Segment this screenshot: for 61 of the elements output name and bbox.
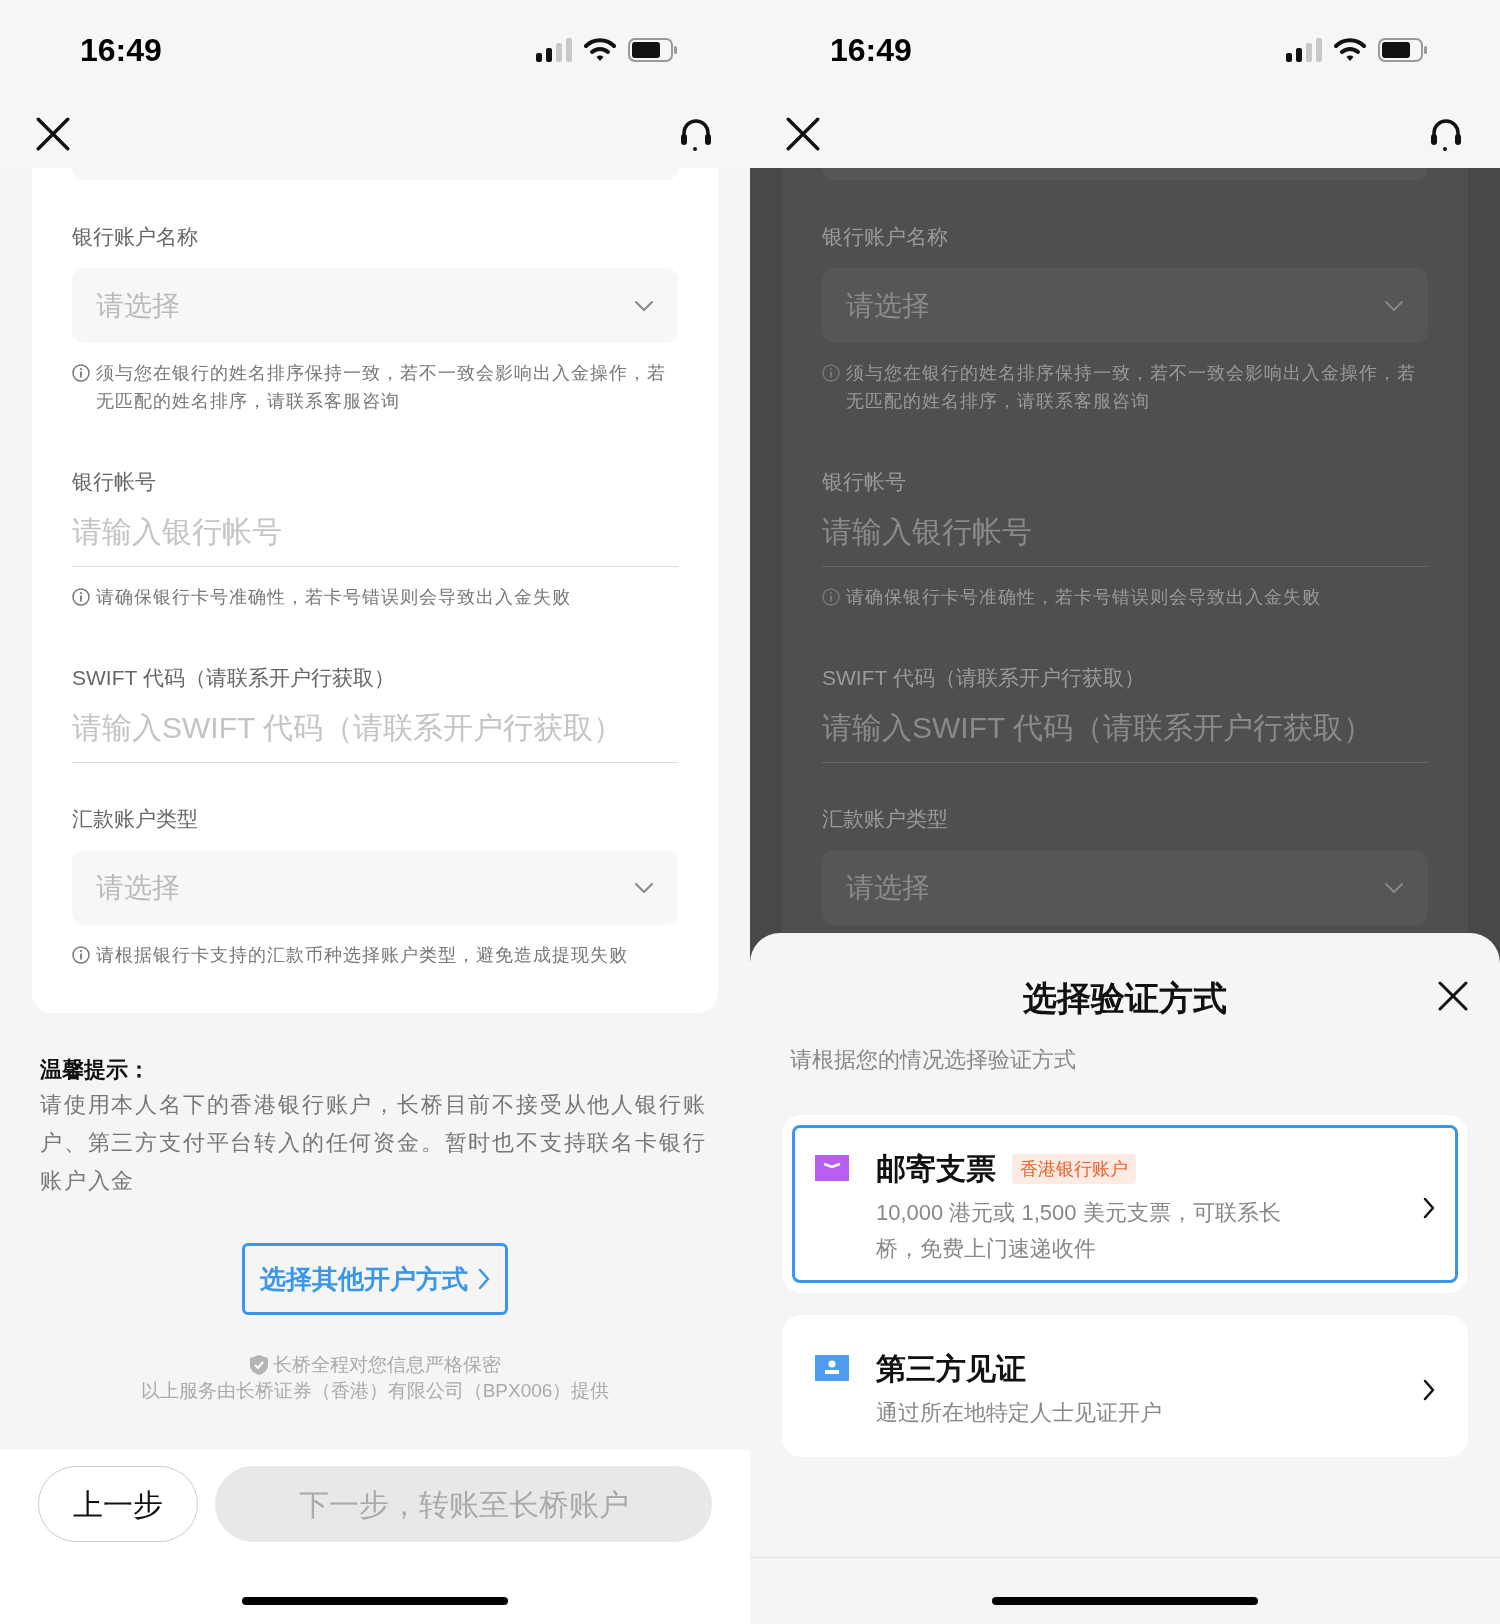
info-icon (72, 588, 90, 606)
option-description: 通过所在地特定人士见证开户 (876, 1399, 1163, 1427)
signal-icon (1286, 38, 1322, 62)
status-time: 16:49 (830, 31, 912, 70)
select-field[interactable]: 请选择 (72, 850, 678, 925)
hint-text: 请根据银行卡支持的汇款币种选择账户类型，避免造成提现失败 (96, 944, 629, 967)
tips-title: 温馨提示： (40, 1056, 151, 1084)
info-icon (72, 946, 90, 964)
battery-icon (1378, 38, 1428, 62)
field-label: 汇款账户类型 (72, 806, 199, 832)
wifi-icon (584, 38, 616, 62)
chevron-right-icon (1423, 1197, 1435, 1219)
close-icon[interactable] (36, 117, 70, 151)
chevron-down-icon (634, 881, 654, 894)
hint-text: 须与您在银行的姓名排序保持一致，若不一致会影响出入金操作，若无匹配的姓名排序，请联系客服咨询 (846, 362, 1417, 413)
option-description: 10,000 港元或 1,500 美元支票，可联系长桥，免费上门速递收件 (876, 1199, 1282, 1263)
input-field[interactable]: 请输入SWIFT 代码（请联系开户行获取） (822, 693, 1428, 763)
chevron-down-icon (634, 299, 654, 312)
option-title: 邮寄支票 (876, 1151, 996, 1187)
select-placeholder: 请选择 (96, 870, 180, 905)
field-label: 银行帐号 (72, 469, 157, 495)
battery-icon (628, 38, 678, 62)
privacy-note: 长桥全程对您信息严格保密 (273, 1353, 501, 1377)
sheet-subtitle: 请根据您的情况选择验证方式 (789, 1046, 1077, 1074)
provider-note: 以上服务由长桥证券（香港）有限公司（BPX006）提供 (139, 1379, 611, 1403)
field-label: 汇款账户类型 (822, 806, 949, 832)
headset-icon[interactable] (678, 116, 714, 152)
field-label: 银行帐号 (822, 469, 907, 495)
field-label: 银行账户名称 (72, 224, 199, 250)
hint-text: 须与您在银行的姓名排序保持一致，若不一致会影响出入金操作，若无匹配的姓名排序，请联系客服咨询 (96, 362, 667, 413)
field-label: SWIFT 代码（请联系开户行获取） (822, 665, 1146, 691)
info-icon (822, 364, 840, 382)
close-icon[interactable] (1438, 981, 1468, 1011)
field-label: SWIFT 代码（请联系开户行获取） (72, 665, 396, 691)
option-title: 第三方见证 (876, 1351, 1026, 1387)
wifi-icon (1334, 38, 1366, 62)
signal-icon (536, 38, 572, 62)
field-label: 银行账户名称 (822, 224, 949, 250)
envelope-icon (815, 1155, 849, 1181)
tips-text: 请使用本人名下的香港银行账户，长桥目前不接受从他人银行账户、第三方支付平台转入的任何资金。暂时也不支持联名卡银行账户入金 (40, 1091, 708, 1195)
info-icon (72, 364, 90, 382)
status-time: 16:49 (80, 31, 162, 70)
option-item[interactable]: 邮寄支票 香港银行账户 10,000 港元或 1,500 美元支票，可联系长桥，免费上门速递收件 (792, 1125, 1458, 1283)
select-placeholder: 请选择 (96, 288, 180, 323)
option-tag: 香港银行账户 (1012, 1154, 1136, 1184)
back-button[interactable]: 上一步 (38, 1466, 198, 1542)
chevron-right-icon (1423, 1379, 1435, 1401)
chevron-right-icon (478, 1268, 490, 1290)
close-icon[interactable] (786, 117, 820, 151)
sheet-title: 选择验证方式 (1023, 978, 1227, 1019)
chevron-down-icon (1384, 299, 1404, 312)
shield-icon (249, 1354, 269, 1376)
id-card-icon (815, 1355, 849, 1381)
select-field[interactable]: 请选择 (72, 268, 678, 343)
headset-icon[interactable] (1428, 116, 1464, 152)
hint-text: 请确保银行卡号准确性，若卡号错误则会导致出入金失败 (846, 586, 1322, 609)
chevron-down-icon (1384, 881, 1404, 894)
input-field[interactable]: 请输入银行帐号 (822, 497, 1428, 567)
other-method-button[interactable]: 选择其他开户方式 (242, 1243, 508, 1315)
info-icon (822, 588, 840, 606)
hint-text: 请确保银行卡号准确性，若卡号错误则会导致出入金失败 (96, 586, 572, 609)
